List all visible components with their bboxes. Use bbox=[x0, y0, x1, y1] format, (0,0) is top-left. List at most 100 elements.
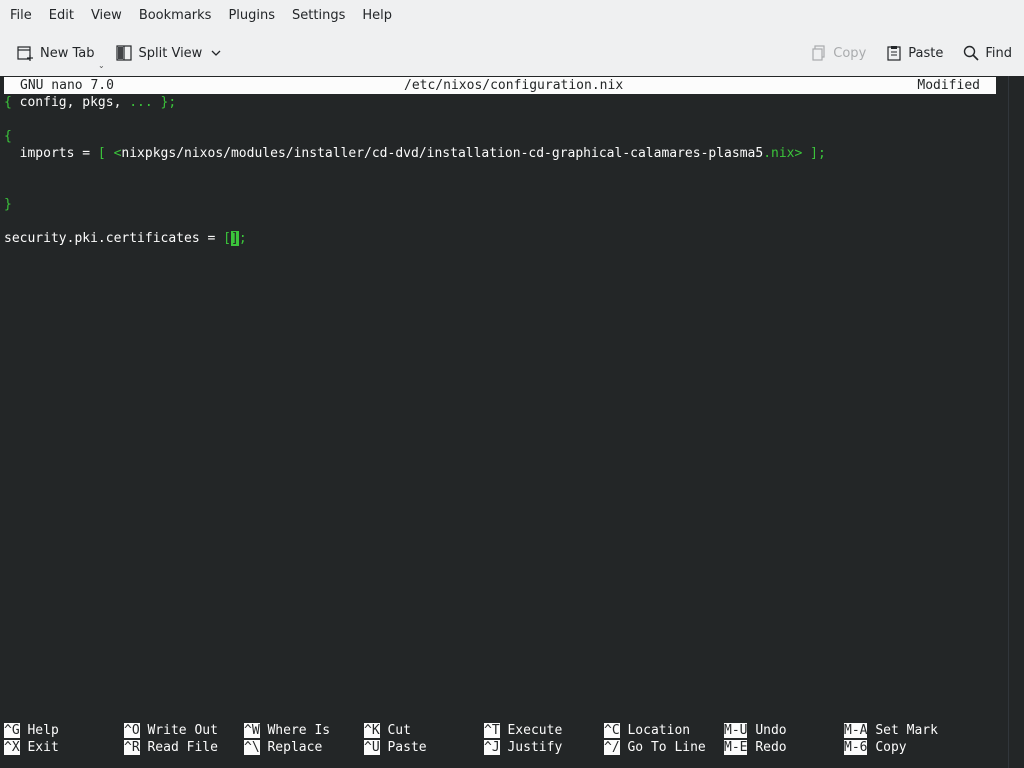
menu-bookmarks[interactable]: Bookmarks bbox=[131, 5, 220, 26]
shortcut-execute[interactable]: ^T Execute bbox=[484, 722, 562, 739]
nano-version: GNU nano 7.0 bbox=[20, 78, 114, 93]
shortcut-key: M-A bbox=[844, 723, 868, 738]
shortcut-label: Copy bbox=[875, 740, 907, 755]
menu-plugins[interactable]: Plugins bbox=[220, 5, 283, 26]
find-label: Find bbox=[985, 45, 1012, 61]
shortcut-redo[interactable]: M-E Redo bbox=[724, 739, 787, 756]
shortcut-go-to-line[interactable]: ^/ Go To Line bbox=[604, 739, 706, 756]
shortcut-label: Redo bbox=[755, 740, 787, 755]
shortcut-label: Location bbox=[627, 723, 691, 738]
code-line: security.pki.certificates = []; bbox=[4, 230, 247, 247]
shortcut-read-file[interactable]: ^R Read File bbox=[124, 739, 218, 756]
shortcut-exit[interactable]: ^X Exit bbox=[4, 739, 59, 756]
shortcut-copy[interactable]: M-6 Copy bbox=[844, 739, 907, 756]
terminal[interactable]: GNU nano 7.0 /etc/nixos/configuration.ni… bbox=[0, 76, 1008, 768]
brace-open: { bbox=[4, 95, 12, 110]
menu-file[interactable]: File bbox=[2, 5, 40, 26]
code-ext: .nix bbox=[763, 146, 795, 161]
code-line: { bbox=[4, 129, 12, 144]
code-bracket: [ bbox=[223, 231, 231, 246]
menu-view[interactable]: View bbox=[83, 5, 130, 26]
new-tab-label: New Tab bbox=[40, 45, 95, 61]
new-tab-dropdown-icon[interactable]: ⌄ bbox=[98, 61, 105, 70]
nano-filename: /etc/nixos/configuration.nix bbox=[404, 78, 624, 93]
shortcut-paste[interactable]: ^U Paste bbox=[364, 739, 427, 756]
shortcut-write-out[interactable]: ^O Write Out bbox=[124, 722, 218, 739]
paste-label: Paste bbox=[908, 45, 944, 61]
shortcut-key: M-E bbox=[724, 740, 748, 755]
shortcut-help[interactable]: ^G Help bbox=[4, 722, 59, 739]
split-view-icon bbox=[115, 45, 132, 61]
shortcut-location[interactable]: ^C Location bbox=[604, 722, 690, 739]
code-close: }; bbox=[152, 95, 177, 110]
code-path: nixpkgs/nixos/modules/installer/cd-dvd/i… bbox=[121, 146, 764, 161]
shortcut-key: ^X bbox=[4, 740, 20, 755]
code-args: config, pkgs, bbox=[11, 95, 130, 110]
shortcut-key: ^R bbox=[124, 740, 140, 755]
shortcut-undo[interactable]: M-U Undo bbox=[724, 722, 787, 739]
code-line: imports = [ <nixpkgs/nixos/modules/insta… bbox=[4, 145, 826, 162]
shortcut-key: ^U bbox=[364, 740, 380, 755]
find-button[interactable]: Find bbox=[957, 37, 1018, 69]
shortcut-key: ^T bbox=[484, 723, 500, 738]
menu-help[interactable]: Help bbox=[354, 5, 400, 26]
code-security: security.pki.certificates = bbox=[4, 231, 224, 246]
shortcut-label: Write Out bbox=[147, 723, 218, 738]
shortcut-label: Read File bbox=[147, 740, 218, 755]
toolbar: New Tab ⌄ Split View Copy Paste Find bbox=[0, 30, 1024, 76]
shortcut-key: M-6 bbox=[844, 740, 868, 755]
search-icon bbox=[964, 45, 979, 61]
paste-icon bbox=[887, 46, 901, 61]
code-line: } bbox=[4, 197, 12, 212]
new-tab-button[interactable]: New Tab ⌄ bbox=[10, 37, 105, 70]
shortcut-label: Set Mark bbox=[875, 723, 938, 738]
shortcut-replace[interactable]: ^\ Replace bbox=[244, 739, 322, 756]
paste-button[interactable]: Paste bbox=[880, 37, 949, 69]
shortcut-label: Help bbox=[27, 723, 59, 738]
menu-edit[interactable]: Edit bbox=[41, 5, 82, 26]
shortcut-key: ^/ bbox=[604, 740, 620, 755]
menu-settings[interactable]: Settings bbox=[284, 5, 353, 26]
code-end: ; bbox=[238, 231, 247, 246]
shortcut-label: Go To Line bbox=[627, 740, 706, 755]
nano-modified-status: Modified bbox=[917, 78, 980, 93]
code-imports: imports = bbox=[4, 146, 98, 161]
nano-shortcut-bar: ^G Help ^O Write Out ^W Where Is ^K Cut … bbox=[4, 722, 1004, 756]
shortcut-key: ^K bbox=[364, 723, 380, 738]
shortcut-key: ^W bbox=[244, 723, 260, 738]
shortcut-label: Justify bbox=[507, 740, 563, 755]
copy-label: Copy bbox=[833, 45, 867, 61]
shortcut-key: ^G bbox=[4, 723, 20, 738]
shortcut-label: Replace bbox=[267, 740, 323, 755]
shortcut-label: Execute bbox=[507, 723, 563, 738]
shortcut-label: Exit bbox=[27, 740, 59, 755]
shortcut-cut[interactable]: ^K Cut bbox=[364, 722, 411, 739]
shortcut-key: ^J bbox=[484, 740, 500, 755]
code-end: ]; bbox=[802, 146, 826, 161]
shortcut-key: ^C bbox=[604, 723, 620, 738]
copy-button[interactable]: Copy bbox=[805, 37, 872, 69]
split-view-label: Split View bbox=[138, 45, 203, 61]
nano-title-bar: GNU nano 7.0 /etc/nixos/configuration.ni… bbox=[4, 77, 996, 94]
shortcut-key: ^O bbox=[124, 723, 140, 738]
copy-icon bbox=[812, 45, 825, 61]
text-cursor: ] bbox=[230, 231, 239, 246]
code-line: { config, pkgs, ... }; bbox=[4, 94, 176, 111]
shortcut-label: Undo bbox=[755, 723, 787, 738]
chevron-down-icon[interactable] bbox=[210, 47, 222, 59]
shortcut-label: Where Is bbox=[267, 723, 331, 738]
shortcut-label: Cut bbox=[387, 723, 411, 738]
shortcut-label: Paste bbox=[387, 740, 427, 755]
shortcut-key: ^\ bbox=[244, 740, 260, 755]
shortcut-justify[interactable]: ^J Justify bbox=[484, 739, 562, 756]
new-tab-icon bbox=[17, 46, 33, 61]
shortcut-where-is[interactable]: ^W Where Is bbox=[244, 722, 330, 739]
terminal-scrollbar[interactable] bbox=[1008, 76, 1024, 768]
shortcut-set-mark[interactable]: M-A Set Mark bbox=[844, 722, 938, 739]
code-ellipsis: ... bbox=[129, 95, 153, 110]
menubar: File Edit View Bookmarks Plugins Setting… bbox=[0, 0, 1024, 30]
shortcut-key: M-U bbox=[724, 723, 748, 738]
split-view-button[interactable]: Split View bbox=[109, 37, 235, 69]
code-bracket: [ bbox=[97, 146, 106, 161]
